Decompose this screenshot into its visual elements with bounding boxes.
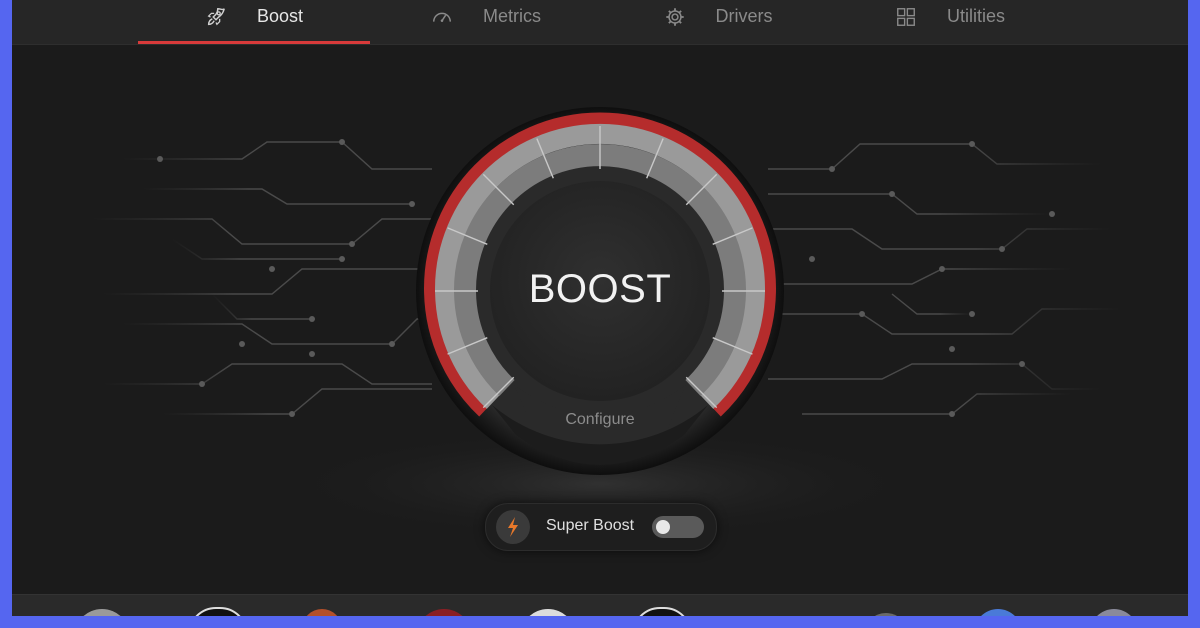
dock-item-1[interactable] xyxy=(74,609,130,616)
grid-icon xyxy=(897,8,915,26)
boost-gauge[interactable]: BOOST Configure xyxy=(414,105,786,477)
dock-item-9[interactable] xyxy=(974,609,1022,616)
app-window: Boost Metrics Drivers Utilities BOOST Co… xyxy=(12,0,1188,616)
lightning-icon xyxy=(496,510,530,544)
bottom-dock xyxy=(12,594,1188,616)
rocket-icon xyxy=(207,8,225,26)
dock-item-10[interactable] xyxy=(1090,609,1138,616)
tab-utilities[interactable]: Utilities xyxy=(834,0,1066,44)
tab-drivers[interactable]: Drivers xyxy=(602,0,834,44)
super-boost-control: Super Boost xyxy=(485,503,717,551)
tab-boost-label: Boost xyxy=(256,6,304,26)
toggle-knob xyxy=(656,520,670,534)
tab-drivers-label: Drivers xyxy=(715,6,773,26)
boost-title: BOOST xyxy=(528,267,672,311)
gear-icon xyxy=(665,8,684,26)
dock-item-6[interactable] xyxy=(632,607,692,616)
speedometer-icon xyxy=(433,12,451,22)
tab-metrics[interactable]: Metrics xyxy=(370,0,602,44)
configure-button[interactable]: Configure xyxy=(414,411,786,429)
tab-metrics-label: Metrics xyxy=(483,6,541,26)
super-boost-label: Super Boost xyxy=(546,517,635,534)
dock-item-4[interactable] xyxy=(416,609,472,616)
tab-bar: Boost Metrics Drivers Utilities xyxy=(12,0,1188,45)
dock-item-3[interactable] xyxy=(302,609,342,616)
dock-item-2[interactable] xyxy=(188,607,248,616)
super-boost-toggle[interactable] xyxy=(652,516,704,538)
dock-item-8[interactable] xyxy=(864,613,908,616)
dock-item-7[interactable] xyxy=(752,609,782,616)
tab-utilities-label: Utilities xyxy=(946,6,1005,26)
tab-boost[interactable]: Boost xyxy=(138,0,370,44)
dock-item-5[interactable] xyxy=(520,609,576,616)
